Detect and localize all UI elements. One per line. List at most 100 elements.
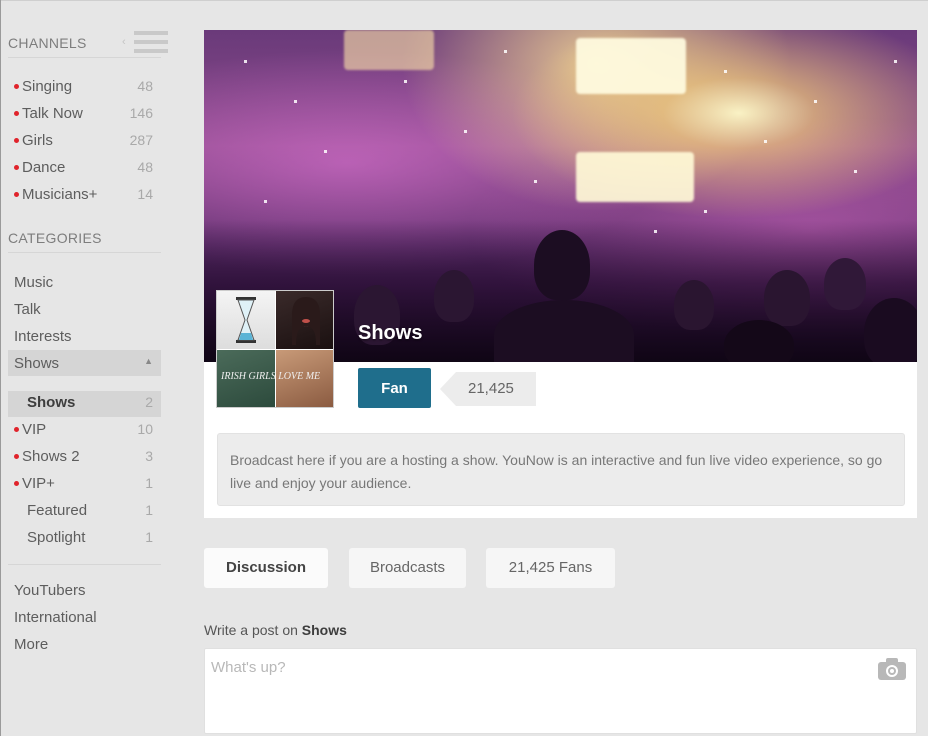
live-dot-icon bbox=[14, 426, 19, 432]
tab-fans[interactable]: 21,425 Fans bbox=[486, 548, 615, 588]
portrait-icon bbox=[292, 297, 320, 345]
link-more[interactable]: More bbox=[8, 633, 161, 659]
post-input[interactable] bbox=[204, 648, 917, 734]
crowd-head bbox=[764, 270, 810, 326]
post-prompt: Write a post on Shows bbox=[204, 622, 347, 638]
channel-item-singing[interactable]: Singing 48 bbox=[8, 75, 161, 101]
category-label: Interests bbox=[14, 328, 72, 345]
category-item-shows[interactable]: Shows ▲ bbox=[8, 350, 161, 376]
sidebar-divider bbox=[8, 564, 161, 565]
channel-label: Talk Now bbox=[14, 105, 83, 122]
channel-name: Dance bbox=[22, 159, 66, 176]
menu-toggle-button[interactable]: ‹ bbox=[118, 30, 168, 58]
hamburger-icon-bar-2 bbox=[134, 40, 168, 44]
subcategory-count: 3 bbox=[145, 448, 153, 464]
channel-name: Talk Now bbox=[22, 105, 83, 122]
stage-light-bottom bbox=[576, 152, 694, 202]
confetti bbox=[814, 100, 817, 103]
confetti bbox=[244, 60, 247, 63]
avatar-tile bbox=[217, 291, 275, 349]
live-dot-icon bbox=[14, 453, 19, 459]
live-dot-icon bbox=[14, 480, 19, 486]
tab-label: 21,425 Fans bbox=[508, 559, 593, 576]
channel-label: Dance bbox=[14, 159, 65, 176]
subcategory-item-featured[interactable]: Featured 1 bbox=[8, 499, 161, 525]
subcategory-count: 1 bbox=[145, 529, 153, 545]
chevron-up-icon[interactable]: ▲ bbox=[144, 356, 153, 366]
channel-item-girls[interactable]: Girls 287 bbox=[8, 129, 161, 155]
tab-label: Broadcasts bbox=[369, 559, 446, 576]
channel-label: Musicians+ bbox=[14, 186, 97, 203]
subcategory-label: Spotlight bbox=[27, 529, 86, 546]
subcategory-label: Shows 2 bbox=[14, 448, 80, 465]
category-label: Talk bbox=[14, 301, 41, 318]
channel-item-dance[interactable]: Dance 48 bbox=[8, 156, 161, 182]
live-dot-icon bbox=[14, 137, 19, 143]
link-youtubers[interactable]: YouTubers bbox=[8, 579, 161, 605]
subcategory-item-vip-plus[interactable]: VIP+ 1 bbox=[8, 472, 161, 498]
subcategory-count: 1 bbox=[145, 475, 153, 491]
subcategory-item-shows[interactable]: Shows 2 bbox=[8, 391, 161, 417]
crowd-head bbox=[434, 270, 474, 322]
camera-icon[interactable] bbox=[877, 657, 907, 681]
subcategory-label: VIP+ bbox=[14, 475, 55, 492]
link-label: More bbox=[14, 636, 49, 653]
channel-item-talk-now[interactable]: Talk Now 146 bbox=[8, 102, 161, 128]
confetti bbox=[704, 210, 707, 213]
category-label: Shows bbox=[14, 355, 60, 372]
channel-count: 48 bbox=[137, 159, 153, 175]
category-item-interests[interactable]: Interests bbox=[8, 325, 161, 351]
confetti bbox=[464, 130, 467, 133]
stage-light-top bbox=[576, 38, 686, 94]
confetti bbox=[764, 140, 767, 143]
subcategory-item-vip[interactable]: VIP 10 bbox=[8, 418, 161, 444]
hamburger-icon-bar-1 bbox=[134, 31, 168, 35]
channels-heading-label: CHANNELS bbox=[8, 35, 87, 51]
confetti bbox=[894, 60, 897, 63]
fan-button[interactable]: Fan bbox=[358, 368, 431, 408]
subcategory-item-shows-2[interactable]: Shows 2 3 bbox=[8, 445, 161, 471]
confetti bbox=[504, 50, 507, 53]
confetti bbox=[324, 150, 327, 153]
hourglass-icon bbox=[236, 297, 256, 343]
category-label: Music bbox=[14, 274, 54, 291]
confetti bbox=[854, 170, 857, 173]
crowd-head bbox=[674, 280, 714, 330]
link-international[interactable]: International bbox=[8, 606, 161, 632]
channel-count: 146 bbox=[129, 105, 153, 121]
categories-heading-label: CATEGORIES bbox=[8, 230, 102, 246]
subcategory-count: 2 bbox=[145, 394, 153, 410]
subcategory-item-spotlight[interactable]: Spotlight 1 bbox=[8, 526, 161, 552]
tab-broadcasts[interactable]: Broadcasts bbox=[349, 548, 466, 588]
tab-label: Discussion bbox=[225, 559, 307, 576]
channel-avatar[interactable]: IRISH GIRLS LOVE ME bbox=[216, 290, 334, 408]
crowd-shoulders bbox=[494, 300, 634, 362]
chevron-left-icon: ‹ bbox=[122, 36, 126, 48]
sidebar: CHANNELS ‹ Singing 48 Talk Now 146 Girls… bbox=[8, 0, 168, 736]
live-dot-icon bbox=[14, 83, 19, 89]
subcategory-count: 1 bbox=[145, 502, 153, 518]
avatar-tile bbox=[276, 291, 333, 349]
crowd-head bbox=[534, 230, 590, 300]
subcategory-count: 10 bbox=[137, 421, 153, 437]
post-prompt-prefix: Write a post on bbox=[204, 622, 302, 638]
stage-light-left bbox=[344, 30, 434, 70]
channel-name: Musicians+ bbox=[22, 186, 98, 203]
confetti bbox=[404, 80, 407, 83]
tab-discussion[interactable]: Discussion bbox=[204, 548, 328, 588]
link-label: YouTubers bbox=[14, 582, 86, 599]
confetti bbox=[534, 180, 537, 183]
fan-count-badge: 21,425 bbox=[440, 372, 536, 406]
subcategory-label: VIP bbox=[14, 421, 46, 438]
subcategory-name: VIP+ bbox=[22, 475, 55, 492]
subcategory-label: Shows bbox=[27, 394, 76, 411]
live-dot-icon bbox=[14, 110, 19, 116]
channel-item-musicians[interactable]: Musicians+ 14 bbox=[8, 183, 161, 209]
channel-name: Girls bbox=[22, 132, 53, 149]
category-item-music[interactable]: Music bbox=[8, 271, 161, 297]
post-prompt-target: Shows bbox=[301, 622, 347, 638]
channel-count: 48 bbox=[137, 78, 153, 94]
subcategory-name: VIP bbox=[22, 421, 47, 438]
category-item-talk[interactable]: Talk bbox=[8, 298, 161, 324]
page-title: Shows bbox=[358, 322, 423, 344]
